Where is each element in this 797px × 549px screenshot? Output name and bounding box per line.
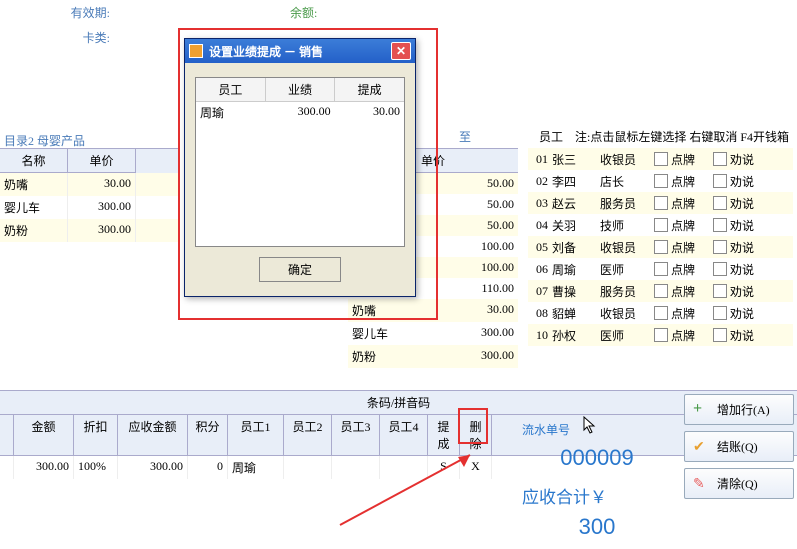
employee-row[interactable]: 04关羽技师点牌劝说: [528, 214, 793, 236]
arrow-icon: [330, 445, 490, 535]
checkbox-quanshuo[interactable]: [713, 240, 727, 254]
checkbox-dianpai[interactable]: [654, 196, 668, 210]
checkbox-quanshuo[interactable]: [713, 306, 727, 320]
checkbox-dianpai[interactable]: [654, 328, 668, 342]
col-name: 名称: [0, 149, 68, 173]
table-row[interactable]: 奶嘴30.00: [0, 173, 178, 196]
serial-value: 000009: [522, 445, 672, 471]
table-row[interactable]: 奶嘴30.00: [348, 299, 518, 322]
checkbox-quanshuo[interactable]: [713, 284, 727, 298]
cursor-icon: [583, 416, 597, 434]
dialog-title-text: 设置业绩提成 － 销售: [209, 43, 323, 60]
summary-panel: 流水单号 000009 应收合计￥ 300: [522, 410, 672, 540]
cell-perf: 300.00: [265, 102, 334, 123]
serial-label: 流水单号: [522, 423, 570, 437]
checkbox-dianpai[interactable]: [654, 262, 668, 276]
commission-row[interactable]: 周瑜 300.00 30.00: [196, 102, 404, 123]
col-price: 单价: [68, 149, 136, 173]
checkbox-dianpai[interactable]: [654, 240, 668, 254]
table-row[interactable]: 奶粉300.00: [348, 345, 518, 368]
employee-row[interactable]: 10孙权医师点牌劝说: [528, 324, 793, 346]
to-label: 至: [459, 128, 471, 145]
col-commission: 提成: [335, 78, 404, 101]
employee-label: 员工: [539, 128, 563, 145]
plus-icon: +: [693, 402, 709, 418]
checkbox-dianpai[interactable]: [654, 174, 668, 188]
barcode-header: 条码/拼音码: [0, 390, 797, 415]
table-row[interactable]: 婴儿车300.00: [0, 196, 178, 219]
employee-row[interactable]: 05刘备收银员点牌劝说: [528, 236, 793, 258]
check-icon: ✔: [693, 439, 709, 455]
close-icon[interactable]: ✕: [391, 42, 411, 60]
table-row[interactable]: 婴儿车300.00: [348, 322, 518, 345]
checkbox-dianpai[interactable]: [654, 284, 668, 298]
commission-grid[interactable]: 员工 业绩 提成 周瑜 300.00 30.00: [195, 77, 405, 247]
checkbox-quanshuo[interactable]: [713, 218, 727, 232]
checkbox-dianpai[interactable]: [654, 306, 668, 320]
total-label: 应收合计￥: [522, 483, 672, 508]
clear-button[interactable]: ✎ 清除(Q): [684, 468, 794, 499]
ok-button[interactable]: 确定: [259, 257, 341, 282]
action-buttons: + 增加行(A) ✔ 结账(Q) ✎ 清除(Q): [684, 394, 794, 505]
dialog-icon: [189, 44, 203, 58]
cell-name: 周瑜: [196, 102, 265, 123]
employee-table[interactable]: 01张三收银员点牌劝说 02李四店长点牌劝说 03赵云服务员点牌劝说 04关羽技…: [528, 148, 793, 346]
employee-row[interactable]: 01张三收银员点牌劝说: [528, 148, 793, 170]
add-row-button[interactable]: + 增加行(A): [684, 394, 794, 425]
checkbox-dianpai[interactable]: [654, 152, 668, 166]
checkbox-quanshuo[interactable]: [713, 174, 727, 188]
validity-label: 有效期:: [50, 4, 110, 21]
total-value: 300: [522, 514, 672, 540]
employee-row[interactable]: 06周瑜医师点牌劝说: [528, 258, 793, 280]
col-performance: 业绩: [266, 78, 336, 101]
employee-row[interactable]: 02李四店长点牌劝说: [528, 170, 793, 192]
employee-row[interactable]: 03赵云服务员点牌劝说: [528, 192, 793, 214]
commission-dialog: 设置业绩提成 － 销售 ✕ 员工 业绩 提成 周瑜 300.00 30.00 确…: [184, 38, 416, 297]
employee-row[interactable]: 07曹操服务员点牌劝说: [528, 280, 793, 302]
balance-label: 余额:: [290, 4, 317, 21]
product-table-left[interactable]: 名称 单价 奶嘴30.00 婴儿车300.00 奶粉300.00: [0, 148, 178, 242]
cell-comm: 30.00: [335, 102, 404, 123]
checkbox-quanshuo[interactable]: [713, 328, 727, 342]
checkout-button[interactable]: ✔ 结账(Q): [684, 431, 794, 462]
employee-hint: 注:点击鼠标左键选择 右键取消 F4开钱箱: [575, 128, 789, 145]
employee-row[interactable]: 08貂蝉收银员点牌劝说: [528, 302, 793, 324]
checkbox-quanshuo[interactable]: [713, 152, 727, 166]
checkbox-quanshuo[interactable]: [713, 196, 727, 210]
checkbox-dianpai[interactable]: [654, 218, 668, 232]
table-row[interactable]: 奶粉300.00: [0, 219, 178, 242]
checkbox-quanshuo[interactable]: [713, 262, 727, 276]
brush-icon: ✎: [693, 476, 709, 492]
dialog-titlebar[interactable]: 设置业绩提成 － 销售 ✕: [185, 39, 415, 63]
col-employee: 员工: [196, 78, 266, 101]
card-type-label: 卡类:: [50, 29, 110, 46]
